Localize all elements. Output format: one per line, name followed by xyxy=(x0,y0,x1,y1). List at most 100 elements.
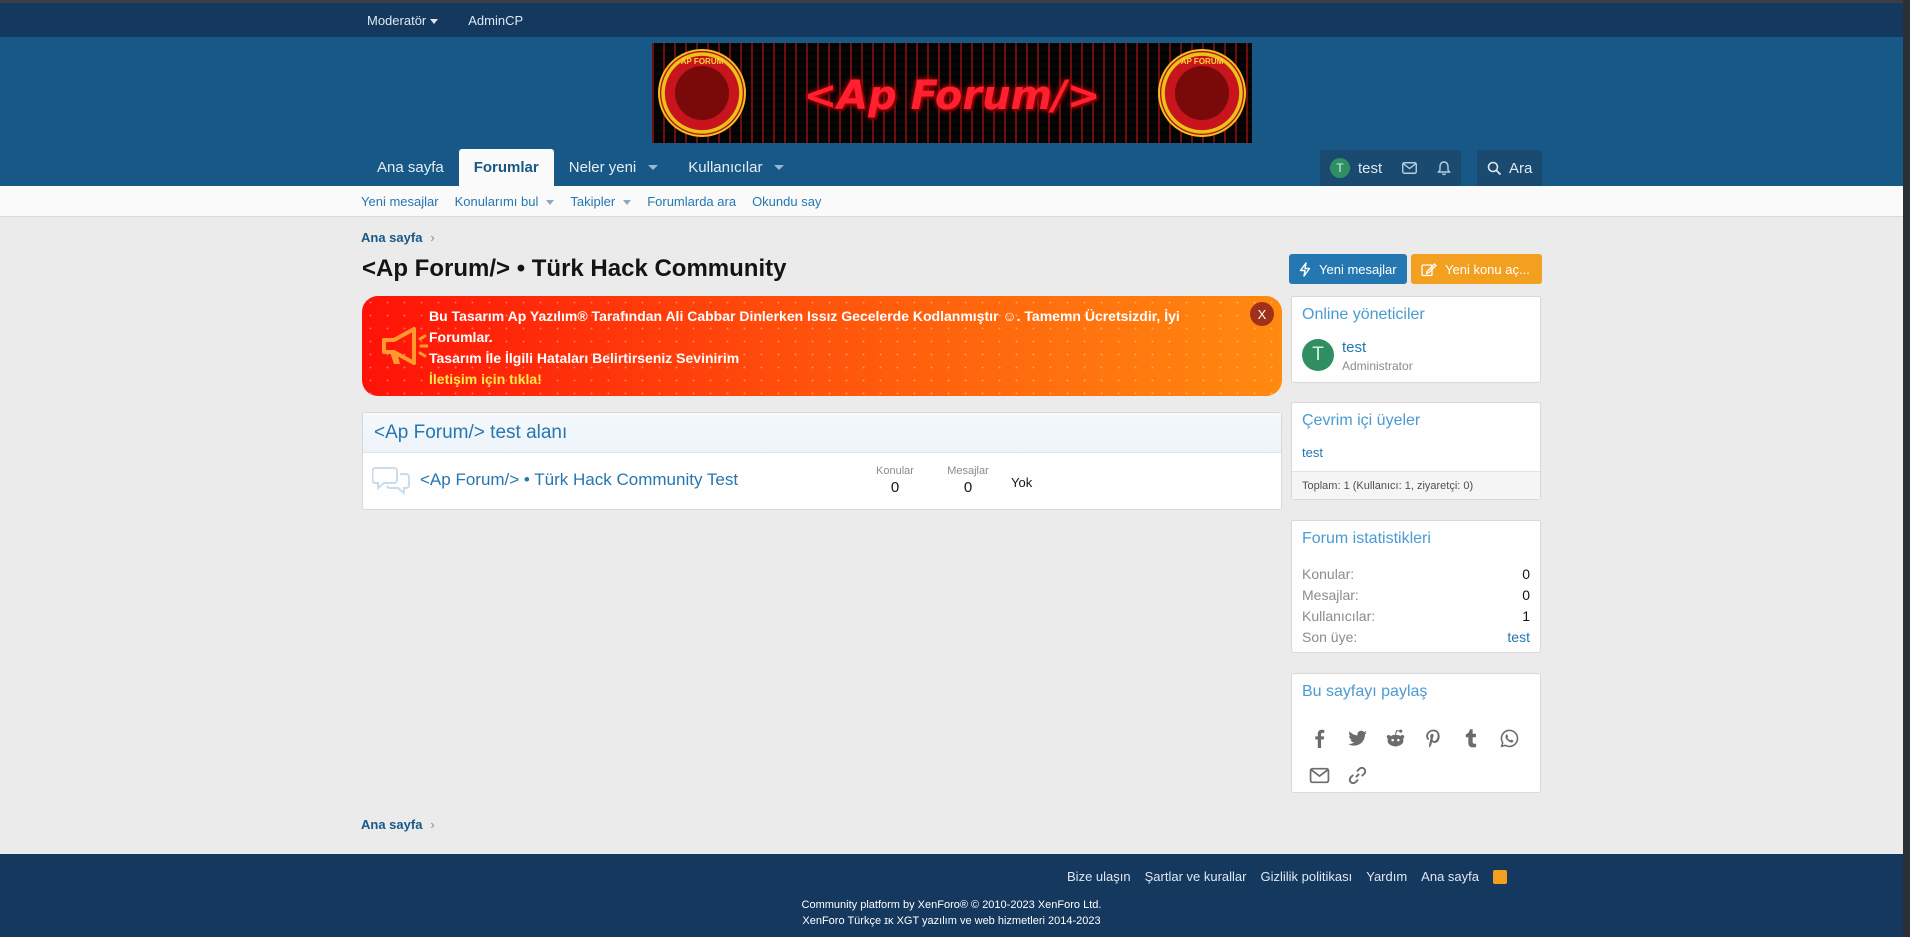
messages-stat: Mesajlar 0 xyxy=(938,465,998,496)
contact-link[interactable]: İletişim için tıkla! xyxy=(429,371,542,387)
stat-value: 0 xyxy=(963,479,973,496)
avatar[interactable]: T xyxy=(1302,339,1334,371)
twitter-icon xyxy=(1348,730,1367,746)
footer-home-link[interactable]: Ana sayfa xyxy=(1421,869,1479,884)
reddit-icon xyxy=(1386,729,1405,747)
tumblr-share-button[interactable] xyxy=(1461,728,1482,752)
search-label: Ara xyxy=(1509,159,1533,177)
footer-privacy-link[interactable]: Gizlilik politikası xyxy=(1260,869,1352,884)
moderator-menu[interactable]: Moderatör xyxy=(367,12,439,28)
pinterest-share-button[interactable] xyxy=(1423,728,1444,752)
tab-label: Forumlar xyxy=(473,159,539,176)
subnav-mark-read[interactable]: Okundu say xyxy=(752,194,821,209)
site-footer: Bize ulaşın Şartlar ve kurallar Gizlilik… xyxy=(0,854,1903,937)
forum-row: <Ap Forum/> • Türk Hack Community Test K… xyxy=(363,453,1281,509)
widget-title[interactable]: Çevrim içi üyeler xyxy=(1302,412,1420,429)
tab-home[interactable]: Ana sayfa xyxy=(362,149,459,186)
forum-title-link[interactable]: <Ap Forum/> • Türk Hack Community Test xyxy=(420,470,738,490)
breadcrumb-bottom: Ana sayfa › xyxy=(361,817,435,832)
envelope-icon xyxy=(1402,162,1418,174)
new-thread-button[interactable]: Yeni konu aç... xyxy=(1411,254,1542,284)
chevron-down-icon[interactable] xyxy=(623,199,632,205)
email-share-button[interactable] xyxy=(1309,765,1330,789)
notice-text: Bu Tasarım Ap Yazılım® Tarafından Ali Ca… xyxy=(429,306,1229,390)
staff-bar: Moderatör AdminCP xyxy=(0,0,1903,37)
tab-forums[interactable]: Forumlar xyxy=(458,149,554,186)
inbox-button[interactable] xyxy=(1392,150,1427,186)
breadcrumb-home[interactable]: Ana sayfa xyxy=(361,230,422,245)
latest-member-link[interactable]: test xyxy=(1507,629,1530,645)
account-button[interactable]: T test xyxy=(1320,150,1392,186)
stat-label: Son üye: xyxy=(1302,628,1358,645)
widget-title[interactable]: Online yöneticiler xyxy=(1302,306,1425,323)
forum-category-block: <Ap Forum/> test alanı <Ap Forum/> • Tür… xyxy=(362,412,1282,510)
chevron-right-icon: › xyxy=(430,230,435,245)
search-icon xyxy=(1487,161,1502,175)
megaphone-icon xyxy=(382,327,428,365)
reddit-share-button[interactable] xyxy=(1385,728,1406,752)
stat-label: Konular xyxy=(876,465,914,477)
alerts-button[interactable] xyxy=(1427,150,1461,186)
emblem-text: AP FORUM xyxy=(680,57,724,66)
staff-name-link[interactable]: test xyxy=(1342,339,1366,356)
emblem-text: AP FORUM xyxy=(1180,57,1224,66)
member-link[interactable]: test xyxy=(1302,445,1323,460)
main-nav: Ana sayfa Forumlar Neler yeni Kullanıcıl… xyxy=(362,149,799,186)
new-posts-button[interactable]: Yeni mesajlar xyxy=(1289,254,1407,284)
subnav-new-posts[interactable]: Yeni mesajlar xyxy=(361,194,439,209)
breadcrumb-home[interactable]: Ana sayfa xyxy=(361,817,422,832)
comments-icon xyxy=(372,467,410,495)
chevron-down-icon[interactable] xyxy=(648,165,659,170)
stat-row: Mesajlar: 0 xyxy=(1292,584,1540,605)
user-nav: T test xyxy=(1320,150,1462,186)
widget-title[interactable]: Forum istatistikleri xyxy=(1302,530,1431,547)
tab-label: Kullanıcılar xyxy=(688,159,763,176)
username-label: test xyxy=(1358,159,1383,177)
footer-contact-link[interactable]: Bize ulaşın xyxy=(1067,869,1131,884)
chevron-down-icon[interactable] xyxy=(546,199,555,205)
site-header: AP FORUM <Ap Forum/> AP FORUM Ana sayfa … xyxy=(0,37,1903,186)
edit-icon xyxy=(1421,262,1437,276)
tab-members[interactable]: Kullanıcılar xyxy=(673,149,799,186)
close-button[interactable]: X xyxy=(1250,302,1274,326)
footer-help-link[interactable]: Yardım xyxy=(1366,869,1407,884)
latest-post: Yok xyxy=(1011,475,1033,490)
chevron-right-icon: › xyxy=(430,817,435,832)
subnav-watched[interactable]: Takipler xyxy=(570,194,632,209)
copy-link-button[interactable] xyxy=(1347,765,1368,789)
tab-label: Neler yeni xyxy=(568,159,637,176)
site-logo-banner[interactable]: AP FORUM <Ap Forum/> AP FORUM xyxy=(652,43,1252,143)
envelope-icon xyxy=(1309,767,1330,784)
admincp-link[interactable]: AdminCP xyxy=(468,13,523,28)
translation-credit: XenForo Türkçe ɪᴋ XGT yazılım ve web hiz… xyxy=(802,915,1101,927)
pinterest-icon xyxy=(1426,729,1440,748)
online-staff-widget: Online yöneticiler T test Administrator xyxy=(1291,296,1541,383)
tab-whats-new[interactable]: Neler yeni xyxy=(554,149,674,186)
button-label: Yeni mesajlar xyxy=(1319,261,1397,277)
notice-line: Bu Tasarım Ap Yazılım® Tarafından Ali Ca… xyxy=(429,308,1180,345)
twitter-share-button[interactable] xyxy=(1347,728,1368,752)
facebook-share-button[interactable] xyxy=(1309,728,1330,752)
footer-terms-link[interactable]: Şartlar ve kurallar xyxy=(1145,869,1247,884)
stat-row: Son üye: test xyxy=(1292,626,1540,647)
online-total: Toplam: 1 (Kullanıcı: 1, ziyaretçi: 0) xyxy=(1292,471,1540,499)
whatsapp-share-button[interactable] xyxy=(1499,728,1520,752)
stat-row: Konular: 0 xyxy=(1292,563,1540,584)
moderator-label: Moderatör xyxy=(367,12,427,28)
search-button[interactable]: Ara xyxy=(1477,150,1543,186)
threads-stat: Konular 0 xyxy=(865,465,925,496)
stat-value: 0 xyxy=(1522,586,1530,603)
window-edge xyxy=(1903,0,1910,937)
chevron-down-icon[interactable] xyxy=(774,165,785,170)
stat-label: Mesajlar: xyxy=(1302,586,1359,603)
stat-row: Kullanıcılar: 1 xyxy=(1292,605,1540,626)
rss-icon[interactable] xyxy=(1493,869,1507,884)
stat-value: 1 xyxy=(1522,607,1530,624)
link-icon xyxy=(1348,766,1367,785)
subnav-your-threads[interactable]: Konularımı bul xyxy=(455,194,555,209)
whatsapp-icon xyxy=(1500,729,1519,748)
category-title[interactable]: <Ap Forum/> test alanı xyxy=(374,422,567,444)
stat-label: Kullanıcılar: xyxy=(1302,607,1376,624)
subnav-search-forums[interactable]: Forumlarda ara xyxy=(647,194,736,209)
chevron-down-icon xyxy=(430,18,439,24)
